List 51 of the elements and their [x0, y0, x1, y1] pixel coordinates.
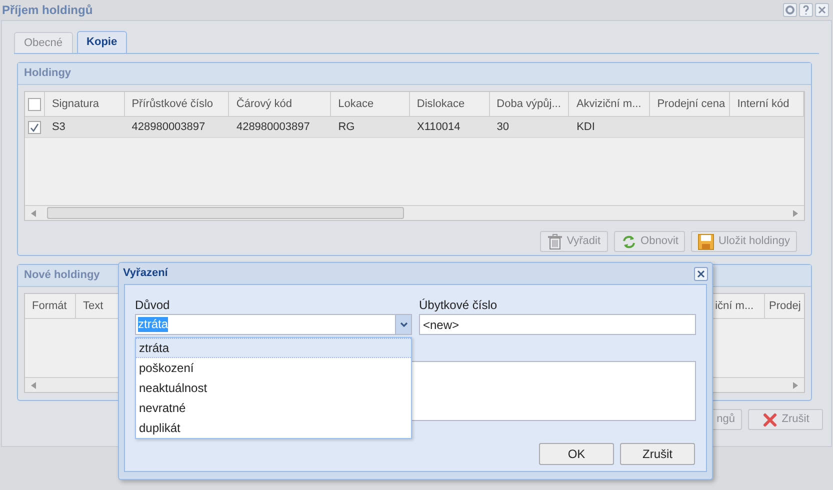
right-arrow-icon	[792, 210, 798, 217]
window-title: Příjem holdingů	[2, 2, 93, 19]
column-header[interactable]: Akviziční m...	[569, 92, 650, 116]
column-header[interactable]: Interní kód	[730, 92, 804, 116]
cross-icon	[762, 412, 778, 428]
field-label: Úbytkové číslo	[419, 297, 498, 314]
dropdown-option[interactable]: poškození	[136, 358, 411, 378]
tab[interactable]: Kopie	[76, 31, 128, 53]
column-header[interactable]: Čárový kód	[229, 92, 332, 116]
table-cell-text: X110014	[416, 120, 460, 135]
column-header[interactable]: Dislokace	[410, 92, 490, 116]
dropdown-option[interactable]: ztráta	[136, 338, 411, 358]
table-cell-text: 428980003897	[132, 120, 206, 135]
panel-title: Holdingy	[24, 66, 72, 82]
panel-title: Nové holdingy	[24, 268, 100, 284]
table-cell-text: 30	[496, 120, 510, 135]
column-header[interactable]: Prodejní cena	[650, 92, 730, 116]
column-header[interactable]: Signatura	[44, 92, 125, 116]
checkbox[interactable]	[28, 120, 42, 134]
input-field[interactable]: <new>	[419, 314, 696, 335]
table-cell-text: RG	[338, 120, 355, 135]
check-icon	[30, 122, 40, 132]
scrollbar-thumb[interactable]	[47, 207, 404, 219]
table-cell-text: KDI	[576, 120, 595, 135]
dropdown-option[interactable]: nevratné	[136, 398, 411, 418]
column-header[interactable]: Prodej	[764, 294, 804, 318]
dialog-title: Vyřazení	[123, 266, 168, 282]
dialog-button[interactable]: Zrušit	[620, 443, 695, 465]
column-header[interactable]: Formát	[25, 294, 76, 318]
left-arrow-icon	[31, 382, 37, 388]
table-cell-text: S3	[52, 120, 66, 135]
dropdown-option[interactable]: neaktuálnost	[136, 378, 411, 398]
horizontal-scrollbar[interactable]	[25, 205, 804, 220]
refresh-icon	[620, 234, 637, 250]
close-icon	[696, 268, 706, 278]
field-label: Důvod	[135, 297, 171, 314]
chevron-down-icon	[400, 322, 408, 328]
right-arrow-icon	[792, 382, 798, 389]
column-header[interactable]: Přírůstkové číslo	[124, 92, 230, 116]
column-header[interactable]: Doba výpůj...	[490, 92, 570, 116]
table-cell-text: 428980003897	[236, 120, 310, 135]
dropdown-option[interactable]: duplikát	[136, 418, 411, 438]
column-header[interactable]: Lokace	[331, 92, 410, 116]
help-button[interactable]	[799, 3, 813, 17]
dialog-button[interactable]: OK	[539, 443, 614, 465]
close-button[interactable]	[815, 3, 829, 17]
trash-icon	[546, 234, 563, 250]
selected-text: ztráta	[138, 317, 168, 332]
close-button[interactable]	[694, 266, 708, 280]
checkbox[interactable]	[28, 98, 41, 110]
left-arrow-icon	[31, 210, 37, 216]
